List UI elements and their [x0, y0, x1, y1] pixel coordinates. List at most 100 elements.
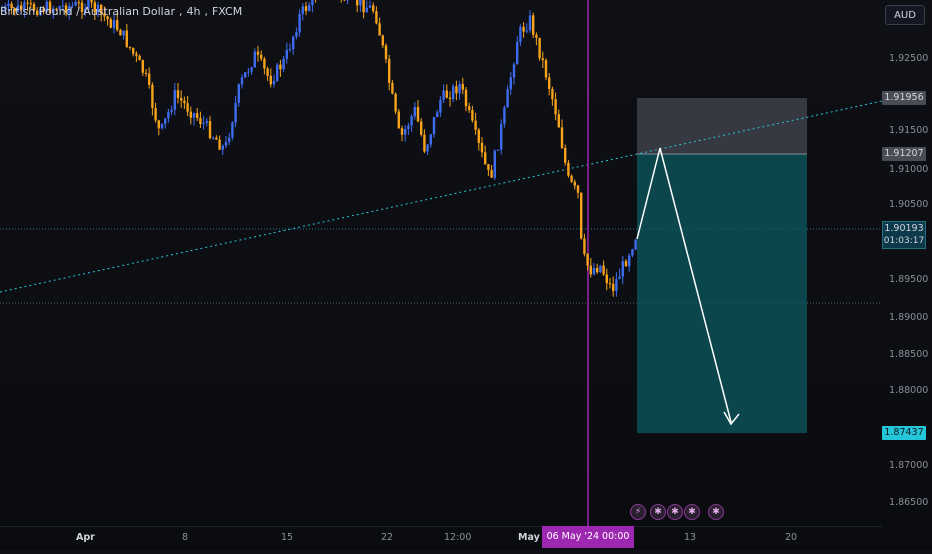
- candle-body: [247, 72, 249, 73]
- candle-body: [263, 59, 265, 69]
- candle-body: [484, 152, 486, 164]
- lightning-icon[interactable]: ⚡: [630, 504, 646, 520]
- symbol-header: British Pound / Australian Dollar, 4h, F…: [0, 2, 242, 20]
- candle-body: [135, 54, 137, 56]
- candle-body: [356, 0, 358, 5]
- price-tick: 1.89000: [889, 312, 928, 323]
- candle-body: [564, 148, 566, 163]
- candle-body: [414, 107, 416, 116]
- candle-body: [580, 193, 582, 239]
- candle-body: [452, 86, 454, 99]
- candle-body: [519, 27, 521, 42]
- candle-body: [558, 114, 560, 127]
- candle-body: [401, 128, 403, 135]
- candle-body: [177, 90, 179, 98]
- candle-body: [465, 90, 467, 107]
- current-price-tag: 1.90193 01:03:17: [882, 221, 926, 249]
- candle-body: [506, 89, 508, 107]
- candle-body: [158, 120, 160, 128]
- flag-icon-uk[interactable]: ✱: [708, 504, 724, 520]
- candle-body: [193, 113, 195, 117]
- stop-loss-zone[interactable]: [637, 98, 807, 154]
- candle-body: [254, 52, 256, 68]
- flag-icon-uk[interactable]: ✱: [650, 504, 666, 520]
- candle-body: [292, 37, 294, 49]
- candle-body: [142, 60, 144, 73]
- candle-body: [132, 48, 134, 54]
- candle-body: [554, 99, 556, 114]
- target-level-label: 1.87437: [882, 426, 926, 440]
- candle-body: [154, 108, 156, 120]
- candle-body: [548, 77, 550, 89]
- time-tick: Apr: [76, 532, 95, 543]
- candle-body: [164, 118, 166, 123]
- price-tick: 1.87000: [889, 460, 928, 471]
- candle-body: [574, 182, 576, 186]
- candle-body: [593, 268, 595, 274]
- candle-body: [606, 274, 608, 283]
- flag-icon-au[interactable]: ✱: [684, 504, 700, 520]
- timeframe[interactable]: 4h: [187, 5, 201, 18]
- candle-body: [500, 124, 502, 150]
- candle-body: [186, 103, 188, 111]
- candle-body: [545, 60, 547, 77]
- candle-body: [145, 73, 147, 74]
- candle-body: [302, 6, 304, 14]
- candle-body: [513, 64, 515, 77]
- candle-body: [250, 67, 252, 71]
- candle-body: [122, 31, 124, 36]
- chart-area[interactable]: British Pound / Australian Dollar, 4h, F…: [0, 0, 932, 550]
- candle-body: [586, 254, 588, 266]
- candle-body: [522, 27, 524, 32]
- candle-body: [282, 59, 284, 70]
- candle-body: [538, 38, 540, 58]
- candle-body: [148, 74, 150, 85]
- candle-body: [212, 138, 214, 139]
- flag-icon-uk[interactable]: ✱: [667, 504, 683, 520]
- candles-group: [1, 0, 637, 297]
- candle-body: [257, 52, 259, 55]
- candle-body: [436, 112, 438, 116]
- currency-button[interactable]: AUD: [885, 5, 925, 25]
- candle-body: [238, 84, 240, 103]
- candle-body: [126, 31, 128, 47]
- candle-body: [372, 5, 374, 11]
- candle-body: [174, 90, 176, 110]
- candle-body: [474, 121, 476, 130]
- candle-body: [231, 123, 233, 138]
- candle-body: [503, 107, 505, 123]
- candle-body: [241, 78, 243, 85]
- time-tick: 15: [281, 532, 293, 543]
- candle-body: [382, 36, 384, 46]
- candle-body: [596, 268, 598, 272]
- candle-body: [417, 107, 419, 121]
- candle-body: [430, 134, 432, 144]
- candle-body: [442, 91, 444, 100]
- candle-body: [270, 76, 272, 84]
- price-chart[interactable]: [0, 0, 932, 550]
- candle-body: [366, 8, 368, 13]
- candle-body: [161, 124, 163, 128]
- candle-body: [449, 98, 451, 99]
- price-tick: 1.90500: [889, 199, 928, 210]
- take-profit-zone[interactable]: [637, 154, 807, 433]
- candle-body: [209, 121, 211, 138]
- candle-body: [308, 5, 310, 11]
- time-tick: 12:00: [444, 532, 471, 543]
- candle-body: [273, 81, 275, 84]
- candle-body: [170, 110, 172, 112]
- candle-body: [183, 101, 185, 104]
- candle-body: [180, 98, 182, 101]
- candle-body: [529, 15, 531, 30]
- candle-body: [305, 6, 307, 11]
- candle-body: [129, 47, 131, 48]
- candle-body: [202, 123, 204, 124]
- candle-body: [244, 72, 246, 77]
- candle-body: [455, 86, 457, 93]
- candle-body: [551, 89, 553, 99]
- candle-body: [494, 151, 496, 178]
- candle-body: [167, 112, 169, 119]
- candle-body: [439, 100, 441, 113]
- current-price-label: 1.90193: [883, 222, 925, 235]
- candle-body: [497, 150, 499, 151]
